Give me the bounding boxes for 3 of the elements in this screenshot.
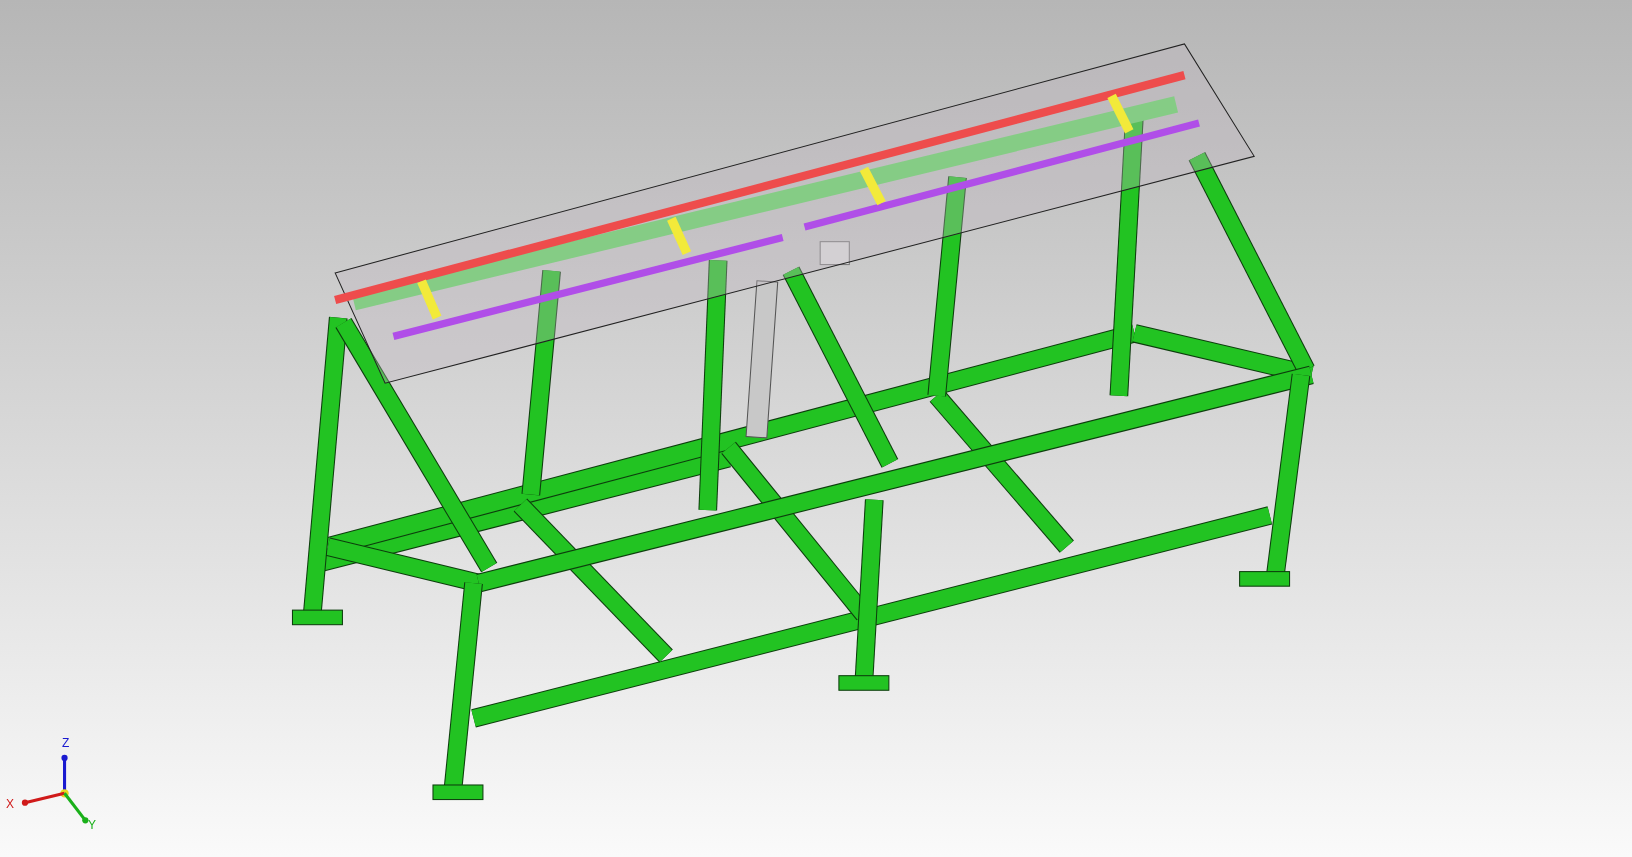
axis-label: X <box>6 798 14 810</box>
axis-label: Z <box>62 737 70 749</box>
axis-label: Y <box>88 819 96 831</box>
